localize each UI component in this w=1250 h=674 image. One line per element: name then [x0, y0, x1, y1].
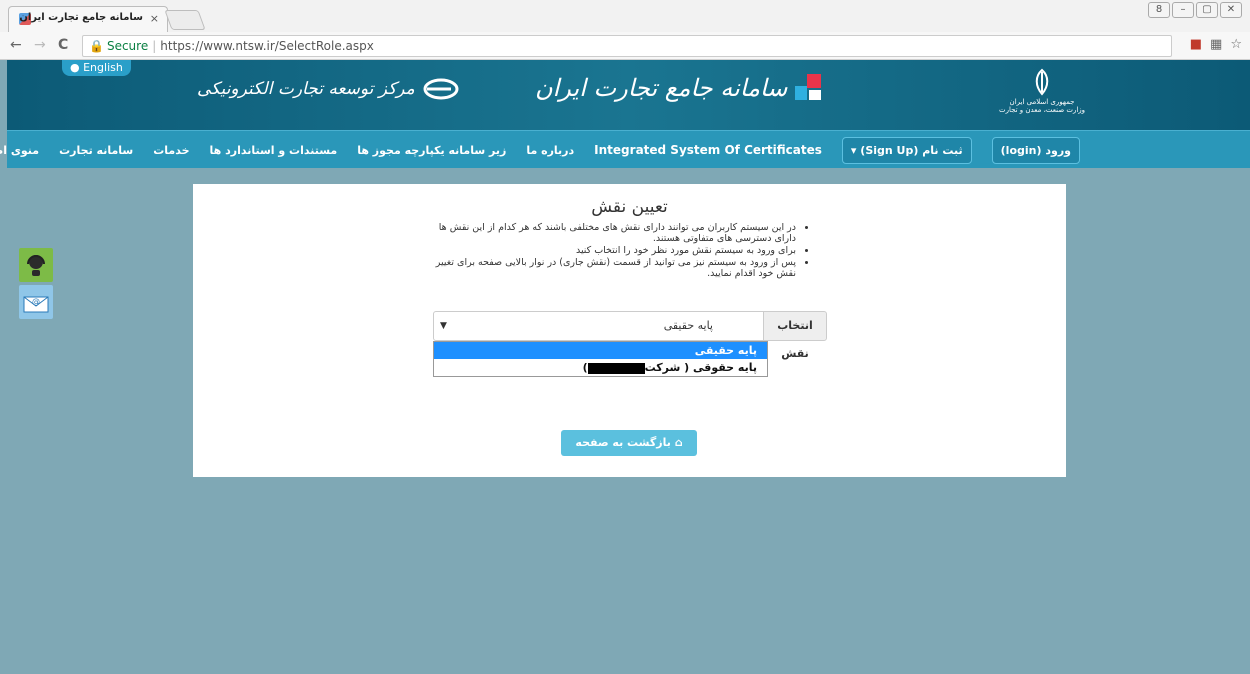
iran-emblem-icon: [1035, 68, 1049, 96]
ministry-line-2: وزارت صنعت، معدن و تجارت: [999, 106, 1086, 114]
envelope-glyph-icon: @: [23, 296, 49, 313]
ntsw-emblem-icon: [795, 74, 822, 100]
svg-text:@: @: [32, 297, 40, 306]
nav-services[interactable]: خدمات: [153, 144, 189, 157]
window-maximize-button[interactable]: ▢: [1196, 2, 1218, 18]
ministry-line-1: جمهوری اسلامی ایران: [1009, 98, 1075, 106]
window-user-icon[interactable]: 8: [1148, 2, 1170, 18]
back-to-home-label: بازگشت به صفحه اصلی: [575, 436, 671, 475]
window-close-button[interactable]: ✕: [1220, 2, 1242, 18]
secure-label: Secure: [106, 39, 149, 53]
etdc-logo[interactable]: مرکز توسعه تجارت الکترونیکی: [197, 78, 459, 100]
window-controls: 8 – ▢ ✕: [1148, 2, 1242, 18]
back-to-home-button[interactable]: ⌂ بازگشت به صفحه اصلی: [561, 430, 697, 475]
role-dropdown-list: پایه حقیقی پایه حقوقی ( شرکت): [433, 341, 768, 377]
new-tab-button[interactable]: [164, 10, 206, 30]
bookmark-star-icon[interactable]: ☆: [1230, 37, 1242, 52]
login-button[interactable]: ورود (login): [991, 136, 1080, 164]
nav-items: منوی اصلی سامانه تجارت خدمات مستندات و ا…: [0, 131, 1080, 169]
instructions-list: در این سیستم کاربران می توانند دارای نقش…: [415, 222, 810, 280]
tab-close-icon[interactable]: ×: [150, 12, 159, 25]
role-option[interactable]: پایه حقیقی: [434, 342, 767, 359]
address-bar[interactable]: 🔒 Secure | https://www.ntsw.ir/SelectRole.a…: [82, 35, 1172, 57]
nav-integrated-certificates[interactable]: Integrated System Of Certificates: [594, 143, 822, 157]
browser-toolbar: ← → C 🔒 Secure | https://www.ntsw.ir/Select…: [0, 32, 1250, 60]
email-icon[interactable]: @: [19, 285, 53, 319]
translate-icon[interactable]: ▦: [1210, 37, 1222, 52]
nav-documents-standards[interactable]: مستندات و استاندارد ها: [210, 144, 338, 157]
browser-tabstrip: سامانه جامع تجارت ایران × 8 – ▢ ✕: [0, 0, 1250, 32]
instruction-item: پس از ورود به سیستم نیز می توانید از قسم…: [415, 257, 796, 279]
lock-icon: 🔒: [89, 39, 104, 53]
nav-license-subsystem[interactable]: زیر سامانه یکپارچه مجوز ها: [357, 144, 506, 157]
role-option[interactable]: پایه حقوقی ( شرکت): [434, 359, 767, 376]
caret-down-icon: ▾: [850, 143, 857, 157]
redacted-block: [587, 362, 645, 374]
etdc-logo-text: مرکز توسعه تجارت الکترونیکی: [197, 79, 415, 99]
ntsw-logo[interactable]: سامانه جامع تجارت ایران: [535, 74, 825, 102]
dropdown-arrow-icon: ▼: [440, 321, 447, 331]
tab-title: سامانه جامع تجارت ایران: [19, 12, 143, 23]
floating-sidebar: @: [19, 248, 53, 322]
browser-tab[interactable]: سامانه جامع تجارت ایران ×: [8, 6, 168, 32]
english-link-label: English: [83, 61, 123, 74]
url-text: https://www.ntsw.ir/SelectRole.aspx: [160, 39, 374, 53]
english-language-link[interactable]: ● English: [62, 60, 131, 76]
nav-trade-system[interactable]: سامانه تجارت: [59, 144, 133, 157]
ntsw-logo-text: سامانه جامع تجارت ایران: [535, 74, 788, 102]
role-selected-value: پایه حقیقی: [663, 319, 713, 332]
page-viewport: ● English مرکز توسعه تجارت الکترونیکی سا…: [0, 60, 1250, 674]
signup-label: ثبت نام (Sign Up): [860, 143, 963, 157]
role-select[interactable]: پایه حقیقی ▼: [433, 311, 764, 341]
signup-button[interactable]: ثبت نام (Sign Up) ▾: [841, 136, 972, 164]
role-select-label: انتخاب نقش: [763, 311, 827, 360]
main-navbar: منوی اصلی سامانه تجارت خدمات مستندات و ا…: [0, 130, 1250, 168]
home-icon: ⌂: [674, 436, 683, 449]
reload-icon[interactable]: C: [58, 37, 68, 53]
forward-icon[interactable]: →: [34, 37, 46, 53]
support-headset-icon[interactable]: [19, 248, 53, 282]
nav-main-menu[interactable]: منوی اصلی: [0, 144, 39, 157]
blocked-popup-icon[interactable]: ■: [1190, 37, 1202, 52]
address-separator: |: [152, 39, 157, 53]
window-minimize-button[interactable]: –: [1172, 2, 1194, 18]
headset-glyph-icon: [27, 255, 45, 276]
etdc-emblem-icon: [423, 78, 459, 100]
ministry-emblem: جمهوری اسلامی ایران وزارت صنعت، معدن و ت…: [999, 68, 1085, 114]
globe-icon: ●: [70, 61, 80, 74]
page-title: تعیین نقش: [591, 197, 668, 217]
site-header: ● English مرکز توسعه تجارت الکترونیکی سا…: [7, 60, 1250, 130]
instruction-item: در این سیستم کاربران می توانند دارای نقش…: [415, 222, 796, 244]
select-role-panel: تعیین نقش در این سیستم کاربران می توانند…: [193, 184, 1066, 477]
role-option-text: پایه حقوقی ( شرکت: [644, 361, 757, 374]
toolbar-icons: ■ ▦ ☆: [1190, 37, 1242, 52]
instruction-item: برای ورود به سیستم نقش مورد نظر خود را ا…: [415, 245, 796, 256]
nav-about-us[interactable]: درباره ما: [526, 144, 574, 157]
back-icon[interactable]: ←: [10, 37, 22, 53]
